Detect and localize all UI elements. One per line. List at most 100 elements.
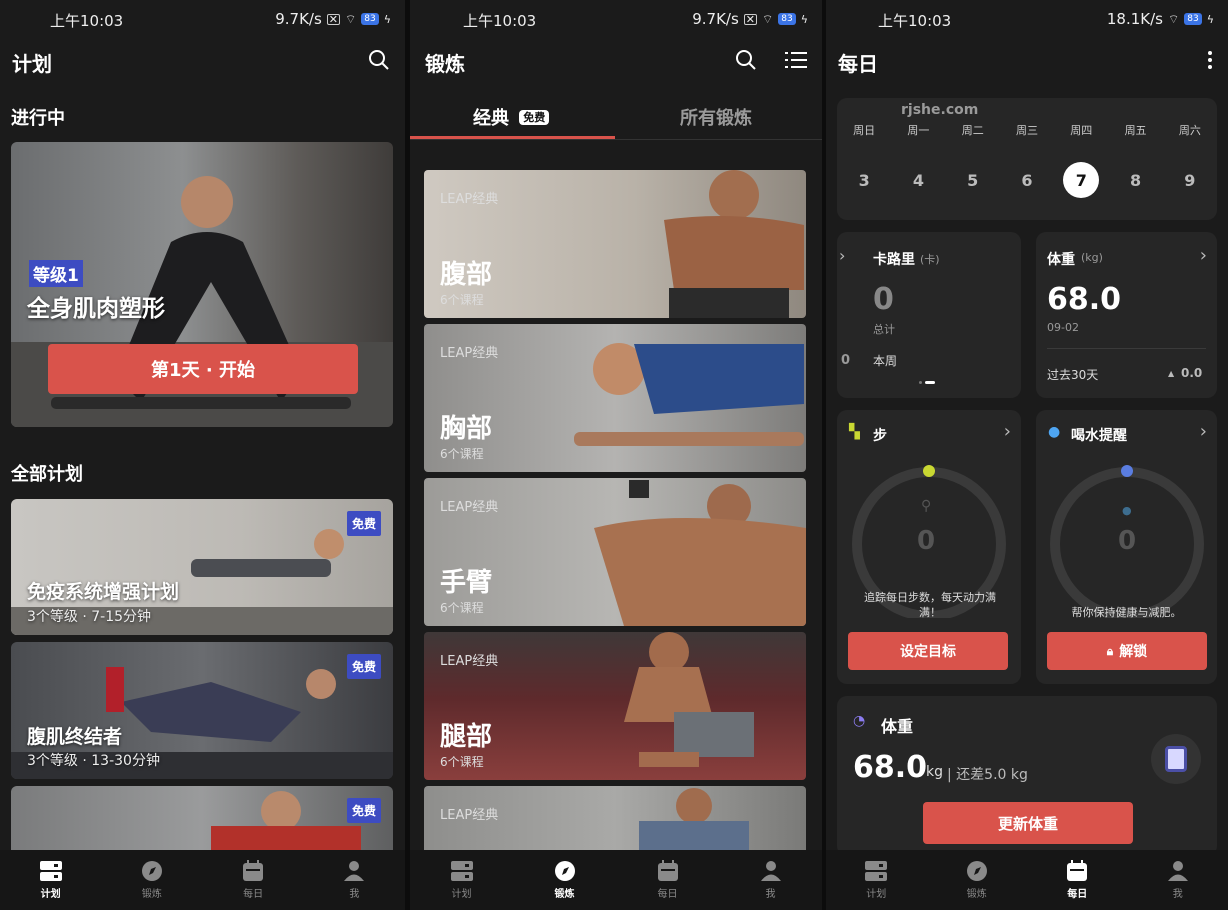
page-title: 锻炼 [425,52,465,76]
workout-card[interactable]: LEAP经典 胸部 6个课程 [424,324,806,472]
nav-label: 每日 [243,889,264,900]
nav-me[interactable]: 我 [1128,850,1228,910]
battery-icon: 83 [361,13,379,25]
set-goal-button[interactable]: 设定目标 [848,632,1008,670]
nav-label: 我 [1172,889,1183,900]
status-bar: 上午10:03 9.7K/s ✕ ⌔ 83 ϟ [0,0,405,38]
nav-workout[interactable]: 锻炼 [927,850,1028,910]
steps-desc: 追踪每日步数，每天动力满满！ [864,591,996,619]
current-plan-card[interactable]: 等级1 全身肌肉塑形 第1天 · 开始 [11,142,393,427]
wifi-icon: ⌔ [345,11,357,26]
weekday-label: 周六 [1178,124,1201,137]
nav-label: 计划 [866,889,887,900]
day-item[interactable]: 4 [900,162,936,198]
workout-card[interactable]: LEAP经典 腿部 6个课程 [424,632,806,780]
calories-total-label: 总计 [873,323,895,336]
weight-period: 过去30天 [1047,368,1099,382]
weight-value: 68.0 [1047,282,1122,317]
tab-all-workouts[interactable]: 所有锻炼 [680,104,752,130]
network-speed: 9.7K/s [275,10,322,28]
start-day-button[interactable]: 第1天 · 开始 [48,344,358,394]
network-speed: 18.1K/s [1106,10,1163,28]
status-time: 上午10:03 [50,12,124,30]
nav-plan[interactable]: 计划 [410,850,513,910]
free-badge: 免费 [346,654,381,679]
unlock-button[interactable]: 🔒︎ 解锁 [1047,632,1207,670]
nav-daily[interactable]: 每日 [203,850,304,910]
weight-panel-unit: kg [926,764,943,780]
weekday-label: 周五 [1124,124,1147,137]
weight-unit: (kg) [1081,251,1103,264]
calories-card[interactable]: › 卡路里 (卡) 0 总计 0 本周 [837,232,1021,398]
plan-card-meta: 3个等级 · 7-15分钟 [27,609,152,625]
plan-card[interactable]: 免费 免疫系统增强计划 3个等级 · 7-15分钟 [11,499,393,635]
day-item[interactable]: 9 [1172,162,1208,198]
steps-card[interactable]: ▚ 步 › ⚲ 0 追踪每日步数，每天动力满满！ 设定目标 [837,410,1021,684]
calories-title: 卡路里 [873,252,915,268]
nav-daily[interactable]: 每日 [1027,850,1128,910]
walker-icon: ⚲ [921,498,932,514]
app-bar: 锻炼 [410,44,822,78]
bottom-nav: 计划 锻炼 每日 我 [410,850,822,910]
nav-me[interactable]: 我 [304,850,405,910]
weight-panel: ◔ 体重 68.0 kg | 还差5.0 kg 更新体重 [837,696,1217,856]
workout-card[interactable]: LEAP经典 手臂 6个课程 [424,478,806,626]
drop-icon: ● [1122,504,1132,517]
battery-icon: 83 [778,13,796,25]
plan-card-title: 免疫系统增强计划 [27,581,180,603]
tab-classic[interactable]: 经典 免费 [473,104,550,130]
nav-me[interactable]: 我 [719,850,822,910]
workout-name: 手臂 [440,568,493,598]
nav-label: 锻炼 [141,889,162,900]
nav-plan[interactable]: 计划 [0,850,101,910]
tab-label: 经典 [473,108,509,129]
weight-date: 09-02 [1047,321,1079,334]
update-weight-button[interactable]: 更新体重 [923,802,1133,844]
nav-workout[interactable]: 锻炼 [101,850,202,910]
week-days: 3456789 [837,162,1217,200]
weight-summary-card[interactable]: 体重 (kg) › 68.0 09-02 过去30天 ▲ 0.0 [1036,232,1217,398]
search-icon[interactable] [365,46,393,74]
nav-workout[interactable]: 锻炼 [513,850,616,910]
weight-panel-title: 体重 [881,717,914,736]
workout-count: 6个课程 [440,755,484,769]
weekday-label: 周四 [1070,124,1093,137]
water-desc: 帮你保持健康与减肥。 [1071,606,1182,619]
status-bar: 上午10:03 9.7K/s ✕ ⌔ 83 ϟ [410,0,822,38]
watermark: rjshe.com [901,102,979,118]
all-plans-heading: 全部计划 [11,464,83,485]
app-bar: 每日 [826,44,1228,78]
nav-plan[interactable]: 计划 [826,850,927,910]
free-badge: 免费 [519,110,550,125]
charging-icon: ϟ [383,12,391,26]
plan-card[interactable]: 免费 腹肌终结者 3个等级 · 13-30分钟 [11,642,393,779]
chevron-right-icon[interactable]: › [1004,421,1011,442]
app-bar: 计划 [0,44,405,78]
search-icon[interactable] [732,46,760,74]
nav-label: 我 [765,889,776,900]
chevron-right-icon[interactable]: › [1200,421,1207,442]
plan-icon [865,861,888,881]
more-icon[interactable] [1196,46,1224,74]
lock-icon: 🔒︎ [1106,643,1114,658]
plan-card-meta: 3个等级 · 13-30分钟 [27,753,160,769]
water-card[interactable]: ● 喝水提醒 › ● 0 帮你保持健康与减肥。 🔒︎ 解锁 [1036,410,1217,684]
daily-screen: 上午10:03 18.1K/s ⌔ 83 ϟ 每日 rjshe.com 周日 周一… [826,0,1228,910]
day-item[interactable]: 5 [955,162,991,198]
chevron-right-icon[interactable]: › [1200,245,1207,266]
week-labels: 周日 周一 周二 周三 周四 周五 周六 [837,122,1217,140]
plan-name: 全身肌肉塑形 [27,296,165,322]
workout-tag: LEAP经典 [440,192,499,207]
calories-value: 0 [873,282,894,317]
weight-title: 体重 [1047,252,1075,268]
chevron-left-icon[interactable]: › [839,246,845,265]
day-item[interactable]: 8 [1118,162,1154,198]
day-selected[interactable]: 7 [1063,162,1100,198]
list-icon[interactable] [782,46,810,74]
day-item[interactable]: 3 [846,162,882,198]
nav-daily[interactable]: 每日 [616,850,719,910]
day-item[interactable]: 6 [1009,162,1045,198]
level-badge: 等级1 [29,260,83,287]
nav-label: 每日 [657,889,678,900]
workout-card[interactable]: LEAP经典 腹部 6个课程 [424,170,806,318]
